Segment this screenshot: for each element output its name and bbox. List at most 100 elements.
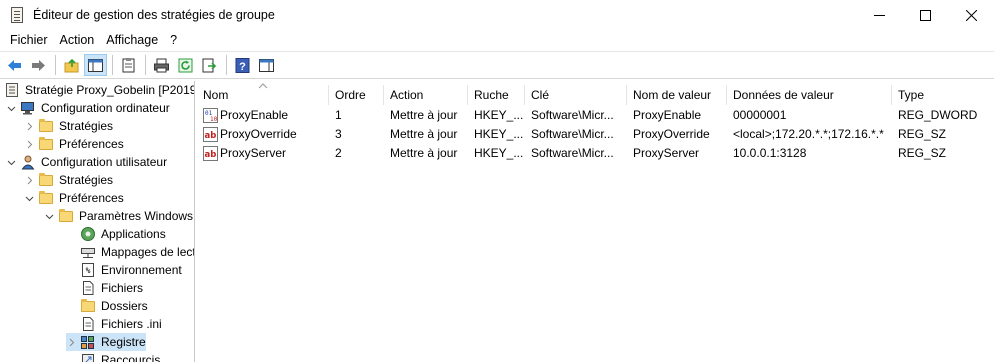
tree-item-label: Dossiers <box>101 299 148 313</box>
tree-item[interactable]: Configuration ordinateur <box>6 99 170 117</box>
table-row[interactable]: ab ProxyOverride 3 Mettre à jour HKEY_... Sof… <box>197 125 994 144</box>
cell-action: Mettre à jour <box>390 146 458 160</box>
tree-item-label: Applications <box>101 227 166 241</box>
files-icon <box>80 280 96 296</box>
export-list-button[interactable] <box>198 54 221 76</box>
folder-open-icon <box>58 208 74 224</box>
help-icon: ? <box>235 57 250 73</box>
cell-nom: ProxyOverride <box>220 127 297 141</box>
tree-item[interactable]: Préférences <box>24 135 124 153</box>
forward-button[interactable] <box>27 54 50 76</box>
print-button[interactable] <box>150 54 173 76</box>
show-action-pane-button[interactable] <box>255 54 278 76</box>
back-button[interactable] <box>3 54 26 76</box>
chevron-right-icon[interactable] <box>24 139 34 149</box>
tree-item[interactable]: Fichiers .ini <box>66 315 162 333</box>
toolbar-separator <box>55 55 56 75</box>
help-button[interactable]: ? <box>231 54 254 76</box>
tree-item[interactable]: Stratégies <box>24 171 113 189</box>
chevron-right-icon[interactable] <box>66 337 76 347</box>
tree-item[interactable]: Stratégies <box>24 117 113 135</box>
policy-document-icon <box>4 82 20 98</box>
cell-donnees-de-valeur: 00000001 <box>733 108 787 122</box>
menu-action[interactable]: Action <box>54 30 101 50</box>
tree-item-label: Environnement <box>101 263 182 277</box>
properties-icon <box>122 57 135 72</box>
properties-button[interactable] <box>117 54 140 76</box>
cell-nom: ProxyEnable <box>220 108 289 122</box>
tree-item-label: Registre <box>101 335 146 349</box>
column-header-type[interactable]: Type <box>892 85 994 105</box>
tree-item[interactable]: Préférences <box>24 189 124 207</box>
tree-item[interactable]: Dossiers <box>66 297 148 315</box>
table-row[interactable]: 01 10 ProxyEnable 1 Mettre à jour HKEY_... Sof… <box>197 106 994 125</box>
window-controls <box>856 0 994 30</box>
menu-affichage[interactable]: Affichage <box>100 30 164 50</box>
menu-help[interactable]: ? <box>164 30 183 50</box>
folder-icon <box>38 172 54 188</box>
folders-icon <box>80 298 96 314</box>
chevron-down-icon[interactable] <box>6 103 16 113</box>
column-header-donnees-de-valeur[interactable]: Données de valeur <box>727 85 892 105</box>
chevron-down-icon[interactable] <box>24 193 34 203</box>
tree-item-label: Stratégies <box>59 173 114 187</box>
column-header-cle[interactable]: Clé <box>525 85 627 105</box>
close-button[interactable] <box>948 0 994 30</box>
refresh-button[interactable] <box>174 54 197 76</box>
tree-item[interactable]: Stratégie Proxy_Gobelin [P2019. <box>4 81 194 99</box>
up-folder-icon <box>64 58 79 72</box>
cell-ordre: 2 <box>335 146 342 160</box>
column-headers: Nom Ordre Action Ruche Clé Nom de valeur… <box>197 85 994 105</box>
cell-nom-de-valeur: ProxyOverride <box>633 127 710 141</box>
column-header-ordre[interactable]: Ordre <box>329 85 384 105</box>
column-header-ruche[interactable]: Ruche <box>468 85 525 105</box>
cell-donnees-de-valeur: <local>;172.20.*.*;172.16.*.* <box>733 127 884 141</box>
chevron-right-icon[interactable] <box>24 121 34 131</box>
tree-item[interactable]: Mappages de lect <box>66 243 194 261</box>
tree-item[interactable]: Applications <box>66 225 166 243</box>
toolbar: ? <box>0 51 994 79</box>
folder-icon <box>38 190 54 206</box>
cell-nom: ProxyServer <box>220 146 287 160</box>
tree-item[interactable]: Registre <box>66 333 146 351</box>
tree-item[interactable]: Raccourcis <box>66 351 160 362</box>
toolbar-separator <box>112 55 113 75</box>
table-row[interactable]: ab ProxyServer 2 Mettre à jour HKEY_... Softw… <box>197 144 994 163</box>
back-arrow-icon <box>8 59 21 71</box>
tree-item-label: Stratégies <box>59 119 114 133</box>
svg-text:%: % <box>86 266 91 275</box>
minimize-icon <box>873 14 885 16</box>
user-config-icon <box>20 154 36 170</box>
chevron-down-icon[interactable] <box>6 157 16 167</box>
column-header-action[interactable]: Action <box>384 85 468 105</box>
cell-type: REG_DWORD <box>898 108 978 122</box>
details-list[interactable]: Nom Ordre Action Ruche Clé Nom de valeur… <box>197 81 994 362</box>
folder-icon <box>38 118 54 134</box>
chevron-right-icon[interactable] <box>24 175 34 185</box>
column-header-nom-de-valeur[interactable]: Nom de valeur <box>627 85 727 105</box>
environment-icon: % <box>80 262 96 278</box>
show-action-pane-icon <box>259 58 274 72</box>
tree-item-label: Paramètres Windows <box>79 209 194 223</box>
tree-item[interactable]: Fichiers <box>66 279 143 297</box>
up-one-level-button[interactable] <box>60 54 83 76</box>
console-tree[interactable]: Stratégie Proxy_Gobelin [P2019. Configura… <box>0 81 195 362</box>
print-icon <box>154 58 169 72</box>
menu-fichier[interactable]: Fichier <box>4 30 54 50</box>
show-hide-console-tree-button[interactable] <box>84 54 107 76</box>
tree-item[interactable]: % Environnement <box>66 261 182 279</box>
tree-item[interactable]: Paramètres Windows <box>44 207 193 225</box>
chevron-down-icon[interactable] <box>44 211 54 221</box>
forward-arrow-icon <box>32 59 45 71</box>
minimize-button[interactable] <box>856 0 902 30</box>
maximize-button[interactable] <box>902 0 948 30</box>
show-hide-console-tree-icon <box>88 58 103 72</box>
column-header-nom[interactable]: Nom <box>197 85 329 105</box>
tree-item[interactable]: Configuration utilisateur <box>6 153 167 171</box>
cell-ordre: 3 <box>335 127 342 141</box>
tree-item-label: Configuration utilisateur <box>41 155 168 169</box>
